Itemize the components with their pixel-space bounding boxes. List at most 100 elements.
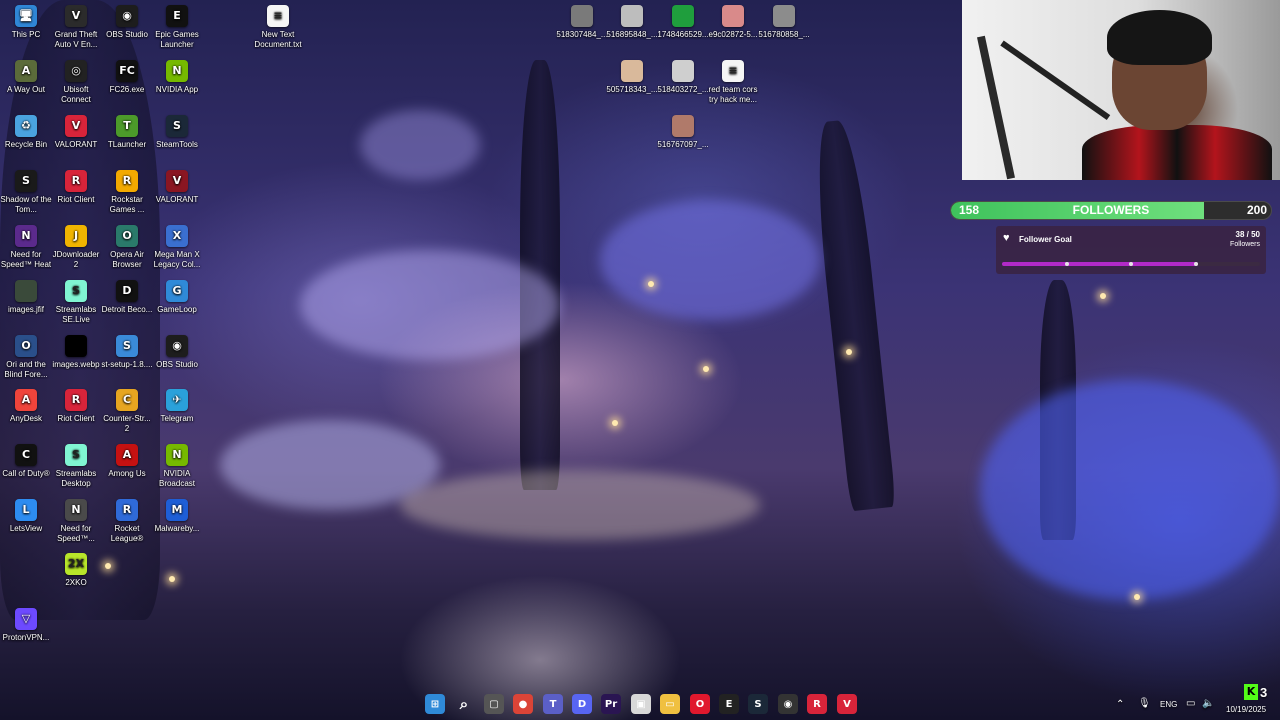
network-icon[interactable]: ▭: [1186, 698, 1195, 709]
desktop-icon[interactable]: V Grand Theft Auto V En...: [50, 5, 102, 49]
language-indicator[interactable]: ENG: [1160, 700, 1177, 709]
desktop-icon[interactable]: ◉ OBS Studio: [151, 335, 203, 370]
taskbar-chrome[interactable]: ●: [513, 694, 533, 714]
desktop-icon[interactable]: O Opera Air Browser: [101, 225, 153, 269]
mega-man-icon: X: [166, 225, 188, 247]
desktop-icon[interactable]: V VALORANT: [50, 115, 102, 150]
desktop-icon[interactable]: A AnyDesk: [0, 389, 52, 424]
task-view-icon: ▢: [489, 698, 499, 710]
taskbar-valorant[interactable]: V: [837, 694, 857, 714]
taskbar-task-view[interactable]: ▢: [484, 694, 504, 714]
epic-games-icon: E: [166, 5, 188, 27]
desktop-icon[interactable]: ◎ Ubisoft Connect: [50, 60, 102, 104]
desktop-icon[interactable]: 516895848_...: [606, 5, 658, 40]
taskbar-file-explorer[interactable]: ▭: [660, 694, 680, 714]
desktop-icon[interactable]: FC FC26.exe: [101, 60, 153, 95]
desktop-icon[interactable]: images.jfif: [0, 280, 52, 315]
desktop-icon[interactable]: A A Way Out: [0, 60, 52, 95]
streamlabs-icon: S: [65, 444, 87, 466]
taskbar-discord[interactable]: D: [572, 694, 592, 714]
desktop-icon-label: red team cors try hack me...: [708, 85, 758, 104]
desktop-icon-label: Ori and the Blind Fore...: [4, 360, 48, 379]
desktop-icon-label: Riot Client: [57, 195, 95, 204]
image-file-icon: [621, 60, 643, 82]
desktop-icon[interactable]: S Streamlabs Desktop: [50, 444, 102, 488]
desktop-icon[interactable]: C Counter-Str... 2: [101, 389, 153, 433]
microphone-icon[interactable]: 🎙: [1138, 698, 1151, 709]
desktop-icon[interactable]: R Rocket League®: [101, 499, 153, 543]
desktop-icon[interactable]: 516767097_...: [657, 115, 709, 150]
desktop-icon-label: Malwareby...: [154, 524, 200, 533]
start-button[interactable]: ⊞: [425, 694, 445, 714]
desktop-icon-label: Need for Speed™ Heat: [0, 250, 52, 269]
desktop-icon[interactable]: D Detroit Beco...: [101, 280, 153, 315]
desktop-icon-label: ProtonVPN...: [2, 633, 50, 642]
recycle-bin-icon: ♻: [15, 115, 37, 137]
taskbar-premiere[interactable]: Pr: [601, 694, 621, 714]
desktop-icon[interactable]: 2X 2XKO: [50, 553, 102, 588]
this-pc-icon: 🖥: [15, 5, 37, 27]
desktop-icon[interactable]: ▽ ProtonVPN...: [0, 608, 52, 643]
anydesk-icon: A: [15, 389, 37, 411]
taskbar-teams[interactable]: T: [543, 694, 563, 714]
desktop-icon[interactable]: L LetsView: [0, 499, 52, 534]
desktop-icon-label: NVIDIA App: [155, 85, 199, 94]
desktop-icon[interactable]: N NVIDIA Broadcast: [151, 444, 203, 488]
desktop-icon[interactable]: M Malwareby...: [151, 499, 203, 534]
desktop-icon[interactable]: A Among Us: [101, 444, 153, 479]
desktop-icon[interactable]: R Riot Client: [50, 389, 102, 424]
desktop-icon[interactable]: 518307484_...: [556, 5, 608, 40]
taskbar-search[interactable]: ⌕: [454, 694, 474, 714]
desktop-icon[interactable]: images.webp: [50, 335, 102, 370]
desktop-icon[interactable]: 505718343_...: [606, 60, 658, 95]
desktop-icon[interactable]: S Streamlabs SE.Live: [50, 280, 102, 324]
desktop-icon[interactable]: 518403272_...: [657, 60, 709, 95]
desktop-icon[interactable]: 🖥 This PC: [0, 5, 52, 40]
desktop-icon-label: Riot Client: [57, 414, 95, 423]
taskbar-obs[interactable]: ◉: [778, 694, 798, 714]
desktop-icon[interactable]: N Need for Speed™ Heat: [0, 225, 52, 269]
desktop-icon[interactable]: ≡ red team cors try hack me...: [707, 60, 759, 104]
desktop-icon[interactable]: T TLauncher: [101, 115, 153, 150]
taskbar-opera[interactable]: O: [690, 694, 710, 714]
discord-icon: D: [577, 698, 587, 710]
desktop-icon[interactable]: ≡ New Text Document.txt: [252, 5, 304, 49]
desktop-icon[interactable]: O Ori and the Blind Fore...: [0, 335, 52, 379]
desktop-icon[interactable]: R Rockstar Games ...: [101, 170, 153, 214]
desktop-icon[interactable]: V VALORANT: [151, 170, 203, 205]
text-file-icon: ≡: [722, 60, 744, 82]
desktop-icon[interactable]: ♻ Recycle Bin: [0, 115, 52, 150]
desktop-icon[interactable]: e9c02872-5...: [707, 5, 759, 40]
volume-icon[interactable]: 🔈: [1202, 698, 1214, 709]
desktop-icon[interactable]: J JDownloader 2: [50, 225, 102, 269]
desktop-icon[interactable]: 516780858_...: [758, 5, 810, 40]
protonvpn-icon: ▽: [15, 608, 37, 630]
desktop-icon[interactable]: S Shadow of the Tom...: [0, 170, 52, 214]
a-way-out-icon: A: [15, 60, 37, 82]
taskbar-steam[interactable]: S: [748, 694, 768, 714]
desktop-icon-label: images.webp: [52, 360, 100, 369]
desktop-icon[interactable]: X Mega Man X Legacy Col...: [151, 225, 203, 269]
desktop-icon[interactable]: G GameLoop: [151, 280, 203, 315]
desktop-icon[interactable]: R Riot Client: [50, 170, 102, 205]
desktop-icon[interactable]: N Need for Speed™...: [50, 499, 102, 543]
follower-goal-track: [1002, 262, 1260, 266]
desktop-icon[interactable]: ◉ OBS Studio: [101, 5, 153, 40]
desktop-icon[interactable]: S SteamTools: [151, 115, 203, 150]
taskbar-photos[interactable]: ▣: [631, 694, 651, 714]
chevron-up-icon[interactable]: ⌃: [1116, 699, 1124, 710]
desktop-icon-label: VALORANT: [54, 140, 98, 149]
desktop-icon[interactable]: Sst-setup-1.8....: [101, 335, 153, 370]
desktop-icon[interactable]: C Call of Duty®: [0, 444, 52, 479]
taskbar-epic[interactable]: E: [719, 694, 739, 714]
desktop-icon[interactable]: ✈ Telegram: [151, 389, 203, 424]
taskbar-riot[interactable]: R: [807, 694, 827, 714]
taskbar-date[interactable]: 10/19/2025: [1226, 705, 1266, 714]
desktop-icon[interactable]: E Epic Games Launcher: [151, 5, 203, 49]
ori-icon: O: [15, 335, 37, 357]
desktop-icon[interactable]: N NVIDIA App: [151, 60, 203, 95]
desktop-icon-label: Streamlabs SE.Live: [55, 305, 97, 324]
rockstar-icon: R: [116, 170, 138, 192]
desktop-icon[interactable]: 174846652​9...: [657, 5, 709, 40]
desktop-icon-label: 174846652​9...: [657, 30, 709, 39]
